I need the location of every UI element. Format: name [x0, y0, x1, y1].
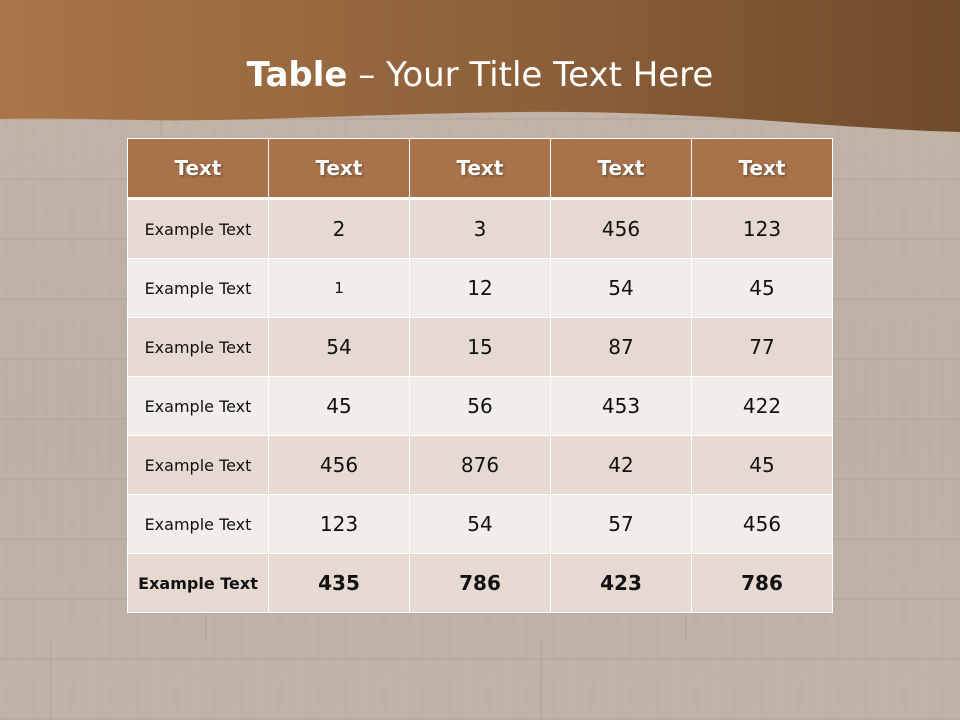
column-header: Text	[127, 138, 269, 200]
row-label: Example Text	[127, 258, 269, 318]
table-cell: 45	[691, 258, 833, 318]
table-cell: 87	[550, 317, 692, 377]
data-table: Text Text Text Text Text Example Text 2 …	[127, 138, 833, 613]
table-cell: 45	[691, 435, 833, 495]
slide-title: Table – Your Title Text Here	[0, 52, 960, 98]
table-row: Example Text 456 876 42 45	[127, 435, 833, 495]
table-cell: 3	[409, 198, 551, 259]
row-label: Example Text	[127, 553, 269, 613]
row-label: Example Text	[127, 317, 269, 377]
table-cell: 422	[691, 376, 833, 436]
table-row: Example Text 1 12 54 45	[127, 258, 833, 318]
table-cell: 456	[268, 435, 410, 495]
table-cell: 456	[691, 494, 833, 554]
table-cell: 15	[409, 317, 551, 377]
table-cell: 54	[268, 317, 410, 377]
table-row: Example Text 2 3 456 123	[127, 198, 833, 259]
row-label: Example Text	[127, 494, 269, 554]
table-cell: 57	[550, 494, 692, 554]
table-cell: 876	[409, 435, 551, 495]
table-cell: 12	[409, 258, 551, 318]
row-label: Example Text	[127, 198, 269, 259]
column-header: Text	[691, 138, 833, 200]
table-cell: 45	[268, 376, 410, 436]
table-cell: 786	[409, 553, 551, 613]
table-row: Example Text 123 54 57 456	[127, 494, 833, 554]
table-cell: 786	[691, 553, 833, 613]
table-cell: 54	[550, 258, 692, 318]
table-cell: 123	[268, 494, 410, 554]
table-cell: 456	[550, 198, 692, 259]
table-header-row: Text Text Text Text Text	[127, 138, 833, 200]
table-row: Example Text 45 56 453 422	[127, 376, 833, 436]
table-cell: 123	[691, 198, 833, 259]
table-cell: 435	[268, 553, 410, 613]
table-cell: 56	[409, 376, 551, 436]
table-cell: 77	[691, 317, 833, 377]
row-label: Example Text	[127, 376, 269, 436]
table-total-row: Example Text 435 786 423 786	[127, 553, 833, 613]
column-header: Text	[409, 138, 551, 200]
table-cell: 2	[268, 198, 410, 259]
table-cell: 1	[268, 258, 410, 318]
table-cell: 42	[550, 435, 692, 495]
table-cell: 54	[409, 494, 551, 554]
row-label: Example Text	[127, 435, 269, 495]
table-cell: 453	[550, 376, 692, 436]
column-header: Text	[268, 138, 410, 200]
slide-title-rest: – Your Title Text Here	[347, 55, 714, 95]
slide-title-bold: Table	[246, 55, 348, 95]
column-header: Text	[550, 138, 692, 200]
table-cell: 423	[550, 553, 692, 613]
table-row: Example Text 54 15 87 77	[127, 317, 833, 377]
